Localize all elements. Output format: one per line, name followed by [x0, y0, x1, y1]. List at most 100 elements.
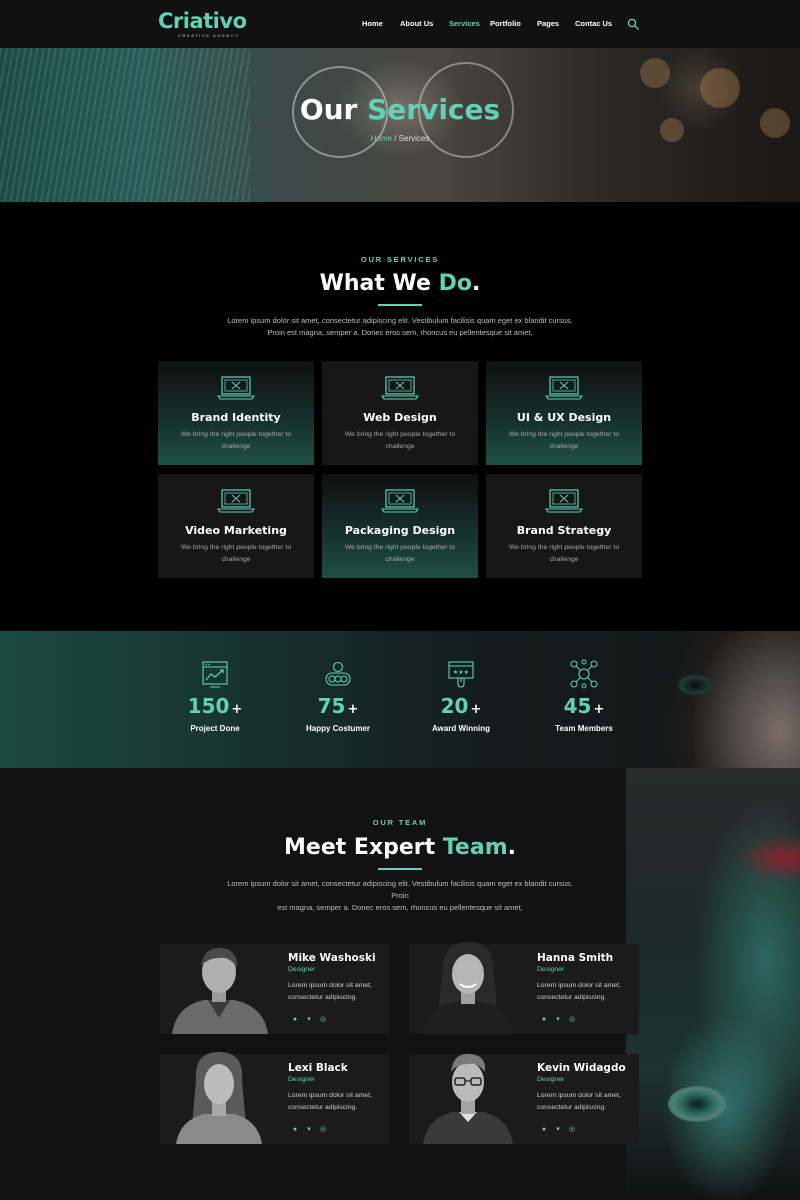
page-title-accent: Services: [367, 93, 501, 126]
team-eyebrow: OUR TEAM: [372, 818, 428, 827]
laptop-icon: [545, 489, 583, 513]
top-navigation: Criativo CREATIVE AGENCY Home About Us S…: [0, 0, 800, 48]
service-card-description: We bring the right people together to cha…: [500, 429, 628, 453]
instagram-icon[interactable]: ◎: [567, 1125, 577, 1135]
services-heading-plain: What We: [319, 271, 431, 296]
nav-item-services[interactable]: Services: [449, 18, 480, 30]
team-member-name: Lexi Black: [288, 1062, 348, 1074]
facebook-icon[interactable]: ●: [539, 1125, 549, 1135]
stat-label: Team Members: [555, 724, 613, 733]
stat-label: Award Winning: [432, 724, 490, 733]
team-member-bio: Lorem ipsum dolor sit amet, consectetur a…: [537, 1090, 633, 1114]
service-card-brand-identity[interactable]: Brand Identity We bring the right people…: [158, 361, 314, 465]
team-member-name: Kevin Widagdo: [537, 1062, 626, 1074]
service-card-web-design[interactable]: Web Design We bring the right people tog…: [322, 361, 478, 465]
page-hero-banner: Our Services Home / Services: [0, 48, 800, 202]
team-member-photo: [172, 947, 268, 1034]
brand-name: Criativo: [158, 9, 247, 33]
breadcrumb-home-link[interactable]: Home: [371, 134, 392, 143]
team-heading-dot: .: [507, 835, 516, 860]
stat-label: Project Done: [190, 724, 240, 733]
service-card-title: Brand Identity: [191, 411, 281, 424]
stat-number: 75: [317, 694, 346, 718]
hero-bokeh-light: [640, 58, 670, 88]
team-member-bio-line: consectetur adipiscing.: [537, 994, 607, 1001]
team-member-photo: [423, 1053, 513, 1144]
service-card-desc-line: challenge: [385, 556, 415, 563]
facebook-icon[interactable]: ●: [290, 1125, 300, 1135]
stat-award-winning: ★★★ 20 + Award Winning: [406, 659, 516, 735]
facebook-icon[interactable]: ●: [290, 1015, 300, 1025]
service-card-description: We bring the right people together to cha…: [172, 542, 300, 566]
service-card-desc-line: We bring the right people together to: [344, 544, 456, 551]
stat-label: Happy Costumer: [305, 724, 370, 733]
happy-customer-icon: [325, 661, 351, 686]
team-member-card[interactable]: Lexi Black Designer Lorem ipsum dolor si…: [160, 1052, 390, 1144]
award-icon: ★★★: [448, 661, 474, 688]
service-card-description: We bring the right people together to cha…: [172, 429, 300, 453]
service-card-ui-ux-design[interactable]: UI & UX Design We bring the right people…: [486, 361, 642, 465]
instagram-icon[interactable]: ◎: [318, 1015, 328, 1025]
stat-suffix: +: [231, 702, 243, 717]
team-member-card[interactable]: Kevin Widagdo Designer Lorem ipsum dolor…: [409, 1053, 639, 1144]
nav-item-pages[interactable]: Pages: [537, 18, 559, 30]
laptop-icon: [217, 489, 255, 513]
service-card-desc-line: We bring the right people together to: [344, 431, 456, 438]
team-member-role: Designer: [537, 966, 565, 973]
stat-number: 150: [187, 694, 230, 718]
stat-happy-customer: 75 + Happy Costumer: [283, 659, 393, 735]
service-card-desc-line: challenge: [385, 443, 415, 450]
stat-value: 150 +: [160, 693, 270, 723]
team-member-card[interactable]: Mike Washoski Designer Lorem ipsum dolor…: [160, 944, 390, 1034]
brand-logo[interactable]: Criativo CREATIVE AGENCY: [158, 9, 258, 39]
stat-team-members: 45 + Team Members: [529, 659, 639, 735]
services-intro-text: Lorem ipsum dolor sit amet, consectetur …: [220, 315, 580, 339]
team-member-bio-line: Lorem ipsum dolor sit amet,: [288, 982, 372, 989]
facebook-icon[interactable]: ●: [539, 1015, 549, 1025]
page-title: Our Services: [0, 92, 800, 128]
stat-value: 75 +: [283, 693, 393, 723]
service-card-desc-line: challenge: [549, 443, 579, 450]
service-card-packaging-design[interactable]: Packaging Design We bring the right peop…: [322, 474, 478, 578]
team-intro-line: est magna, semper a. Donec eros sem, rho…: [277, 903, 523, 912]
service-card-desc-line: challenge: [221, 556, 251, 563]
service-card-description: We bring the right people together to cha…: [336, 429, 464, 453]
search-icon[interactable]: [627, 18, 639, 30]
laptop-icon: [381, 376, 419, 400]
team-heading: Meet Expert Team.: [0, 834, 800, 862]
twitter-icon[interactable]: ▾: [553, 1015, 563, 1025]
stats-portrait-eye: [678, 675, 712, 695]
team-member-card[interactable]: Hanna Smith Designer Lorem ipsum dolor s…: [409, 942, 639, 1034]
service-card-desc-line: We bring the right people together to: [508, 431, 620, 438]
services-intro-line: Proin est magna, semper a. Donec eros se…: [267, 328, 533, 337]
service-card-brand-strategy[interactable]: Brand Strategy We bring the right people…: [486, 474, 642, 578]
twitter-icon[interactable]: ▾: [553, 1125, 563, 1135]
team-member-bio-line: Lorem ipsum dolor sit amet,: [288, 1092, 372, 1099]
breadcrumb-separator: /: [391, 134, 399, 143]
instagram-icon[interactable]: ◎: [318, 1125, 328, 1135]
dashboard-chart-icon: [202, 661, 228, 688]
team-member-role: Designer: [537, 1076, 565, 1083]
service-card-video-marketing[interactable]: Video Marketing We bring the right peopl…: [158, 474, 314, 578]
twitter-icon[interactable]: ▾: [304, 1125, 314, 1135]
twitter-icon[interactable]: ▾: [304, 1015, 314, 1025]
instagram-icon[interactable]: ◎: [567, 1015, 577, 1025]
page-title-plain: Our: [299, 93, 358, 126]
services-eyebrow: OUR SERVICES: [360, 255, 440, 264]
nav-item-home[interactable]: Home: [362, 18, 383, 30]
laptop-icon: [381, 489, 419, 513]
nav-item-about-us[interactable]: About Us: [400, 18, 433, 30]
brand-tagline: CREATIVE AGENCY: [178, 33, 240, 38]
team-member-photo: [176, 1052, 262, 1144]
team-member-bio-line: consectetur adipiscing.: [537, 1104, 607, 1111]
team-member-bio-line: consectetur adipiscing.: [288, 1104, 358, 1111]
team-member-role: Designer: [288, 1076, 316, 1083]
stat-value: 45 +: [529, 693, 639, 723]
nav-item-portfolio[interactable]: Portfolio: [490, 18, 521, 30]
nav-item-contact-us[interactable]: Contac Us: [575, 18, 612, 30]
services-heading: What We Do.: [0, 270, 800, 298]
services-intro-line: Lorem ipsum dolor sit amet, consectetur …: [227, 316, 573, 325]
team-member-bio: Lorem ipsum dolor sit amet, consectetur a…: [288, 980, 384, 1004]
team-member-bio-line: Lorem ipsum dolor sit amet,: [537, 1092, 621, 1099]
team-member-bio-line: Lorem ipsum dolor sit amet,: [537, 982, 621, 989]
